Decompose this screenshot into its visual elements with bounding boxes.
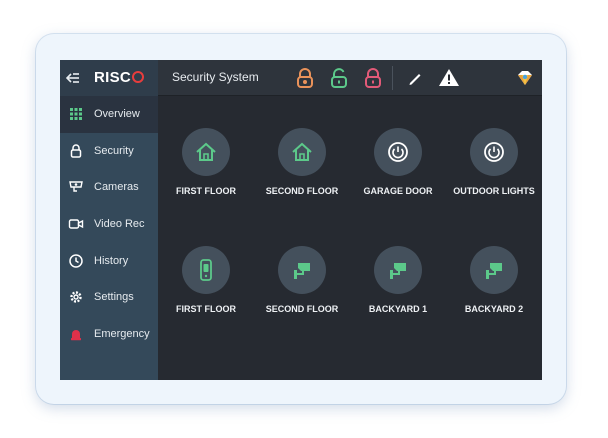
sidebar-item-label: Emergency — [94, 327, 150, 340]
cctv-camera-icon — [294, 263, 310, 279]
sidebar: Overview Security Cameras Video Rec Hist… — [60, 96, 158, 380]
camera-icon — [69, 181, 83, 193]
tile-first-floor-keypad[interactable]: FIRST FLOOR — [158, 246, 254, 314]
lock-icon — [70, 144, 82, 158]
pencil-icon[interactable] — [404, 67, 426, 89]
tile-button[interactable] — [374, 246, 422, 294]
tile-button[interactable] — [470, 128, 518, 176]
tile-button[interactable] — [374, 128, 422, 176]
page-title: Security System — [172, 70, 259, 84]
power-icon — [484, 142, 504, 162]
tile-label: FIRST FLOOR — [176, 304, 236, 314]
cctv-camera-icon — [390, 263, 406, 279]
status-gem-icon[interactable] — [514, 67, 536, 89]
gear-icon — [70, 291, 82, 303]
house-icon — [292, 142, 312, 161]
collapse-menu-icon[interactable] — [66, 71, 80, 85]
risco-logo: RISC — [94, 69, 145, 86]
tile-backyard-1[interactable]: BACKYARD 1 — [350, 246, 446, 314]
tile-label: SECOND FLOOR — [265, 186, 339, 196]
tile-label: BACKYARD 2 — [464, 304, 524, 314]
sidebar-item-history[interactable]: History — [60, 242, 158, 279]
app-screen: RISC Security System Overview Security C… — [60, 60, 542, 380]
top-bar: RISC Security System — [60, 60, 542, 96]
sidebar-item-video-rec[interactable]: Video Rec — [60, 206, 158, 243]
tile-button[interactable] — [470, 246, 518, 294]
lock-partial-icon[interactable] — [294, 67, 316, 89]
tile-label: OUTDOOR LIGHTS — [453, 186, 535, 196]
tile-second-floor-house[interactable]: SECOND FLOOR — [254, 128, 350, 196]
lock-open-icon[interactable] — [328, 67, 350, 89]
tile-button[interactable] — [182, 246, 230, 294]
sidebar-item-settings[interactable]: Settings — [60, 279, 158, 316]
sidebar-item-cameras[interactable]: Cameras — [60, 169, 158, 206]
tile-label: SECOND FLOOR — [265, 304, 339, 314]
tile-second-floor-camera[interactable]: SECOND FLOOR — [254, 246, 350, 314]
sidebar-item-label: Overview — [94, 108, 140, 121]
tile-first-floor-house[interactable]: FIRST FLOOR — [158, 128, 254, 196]
tile-button[interactable] — [278, 128, 326, 176]
sidebar-item-label: Cameras — [94, 181, 139, 194]
sidebar-item-label: Security — [94, 144, 134, 157]
history-icon — [69, 253, 83, 268]
siren-icon — [71, 329, 81, 341]
tile-button[interactable] — [182, 128, 230, 176]
tile-button[interactable] — [278, 246, 326, 294]
tile-garage-door[interactable]: GARAGE DOOR — [350, 128, 446, 196]
tile-label: BACKYARD 1 — [368, 304, 428, 314]
sidebar-item-emergency[interactable]: Emergency — [60, 316, 158, 353]
power-icon — [388, 142, 408, 162]
lock-closed-icon[interactable] — [362, 67, 384, 89]
sidebar-item-label: Settings — [94, 291, 134, 304]
keypad-icon — [200, 259, 212, 281]
sidebar-item-security[interactable]: Security — [60, 133, 158, 170]
sidebar-item-label: History — [94, 254, 129, 267]
tile-outdoor-lights[interactable]: OUTDOOR LIGHTS — [446, 128, 542, 196]
sidebar-item-overview[interactable]: Overview — [60, 96, 158, 133]
brand-area: RISC — [60, 60, 158, 96]
video-icon — [68, 219, 84, 229]
grid-icon — [70, 108, 82, 121]
house-icon — [196, 142, 216, 161]
tile-label: GARAGE DOOR — [363, 186, 433, 196]
sidebar-item-label: Video Rec — [94, 218, 145, 231]
toolbar-divider — [392, 66, 393, 90]
overview-grid: FIRST FLOOR SECOND FLOOR GARAGE DOOR OUT… — [158, 96, 542, 380]
warning-icon[interactable] — [438, 67, 460, 89]
tile-backyard-2[interactable]: BACKYARD 2 — [446, 246, 542, 314]
tile-label: FIRST FLOOR — [176, 186, 236, 196]
cctv-camera-icon — [486, 263, 502, 279]
